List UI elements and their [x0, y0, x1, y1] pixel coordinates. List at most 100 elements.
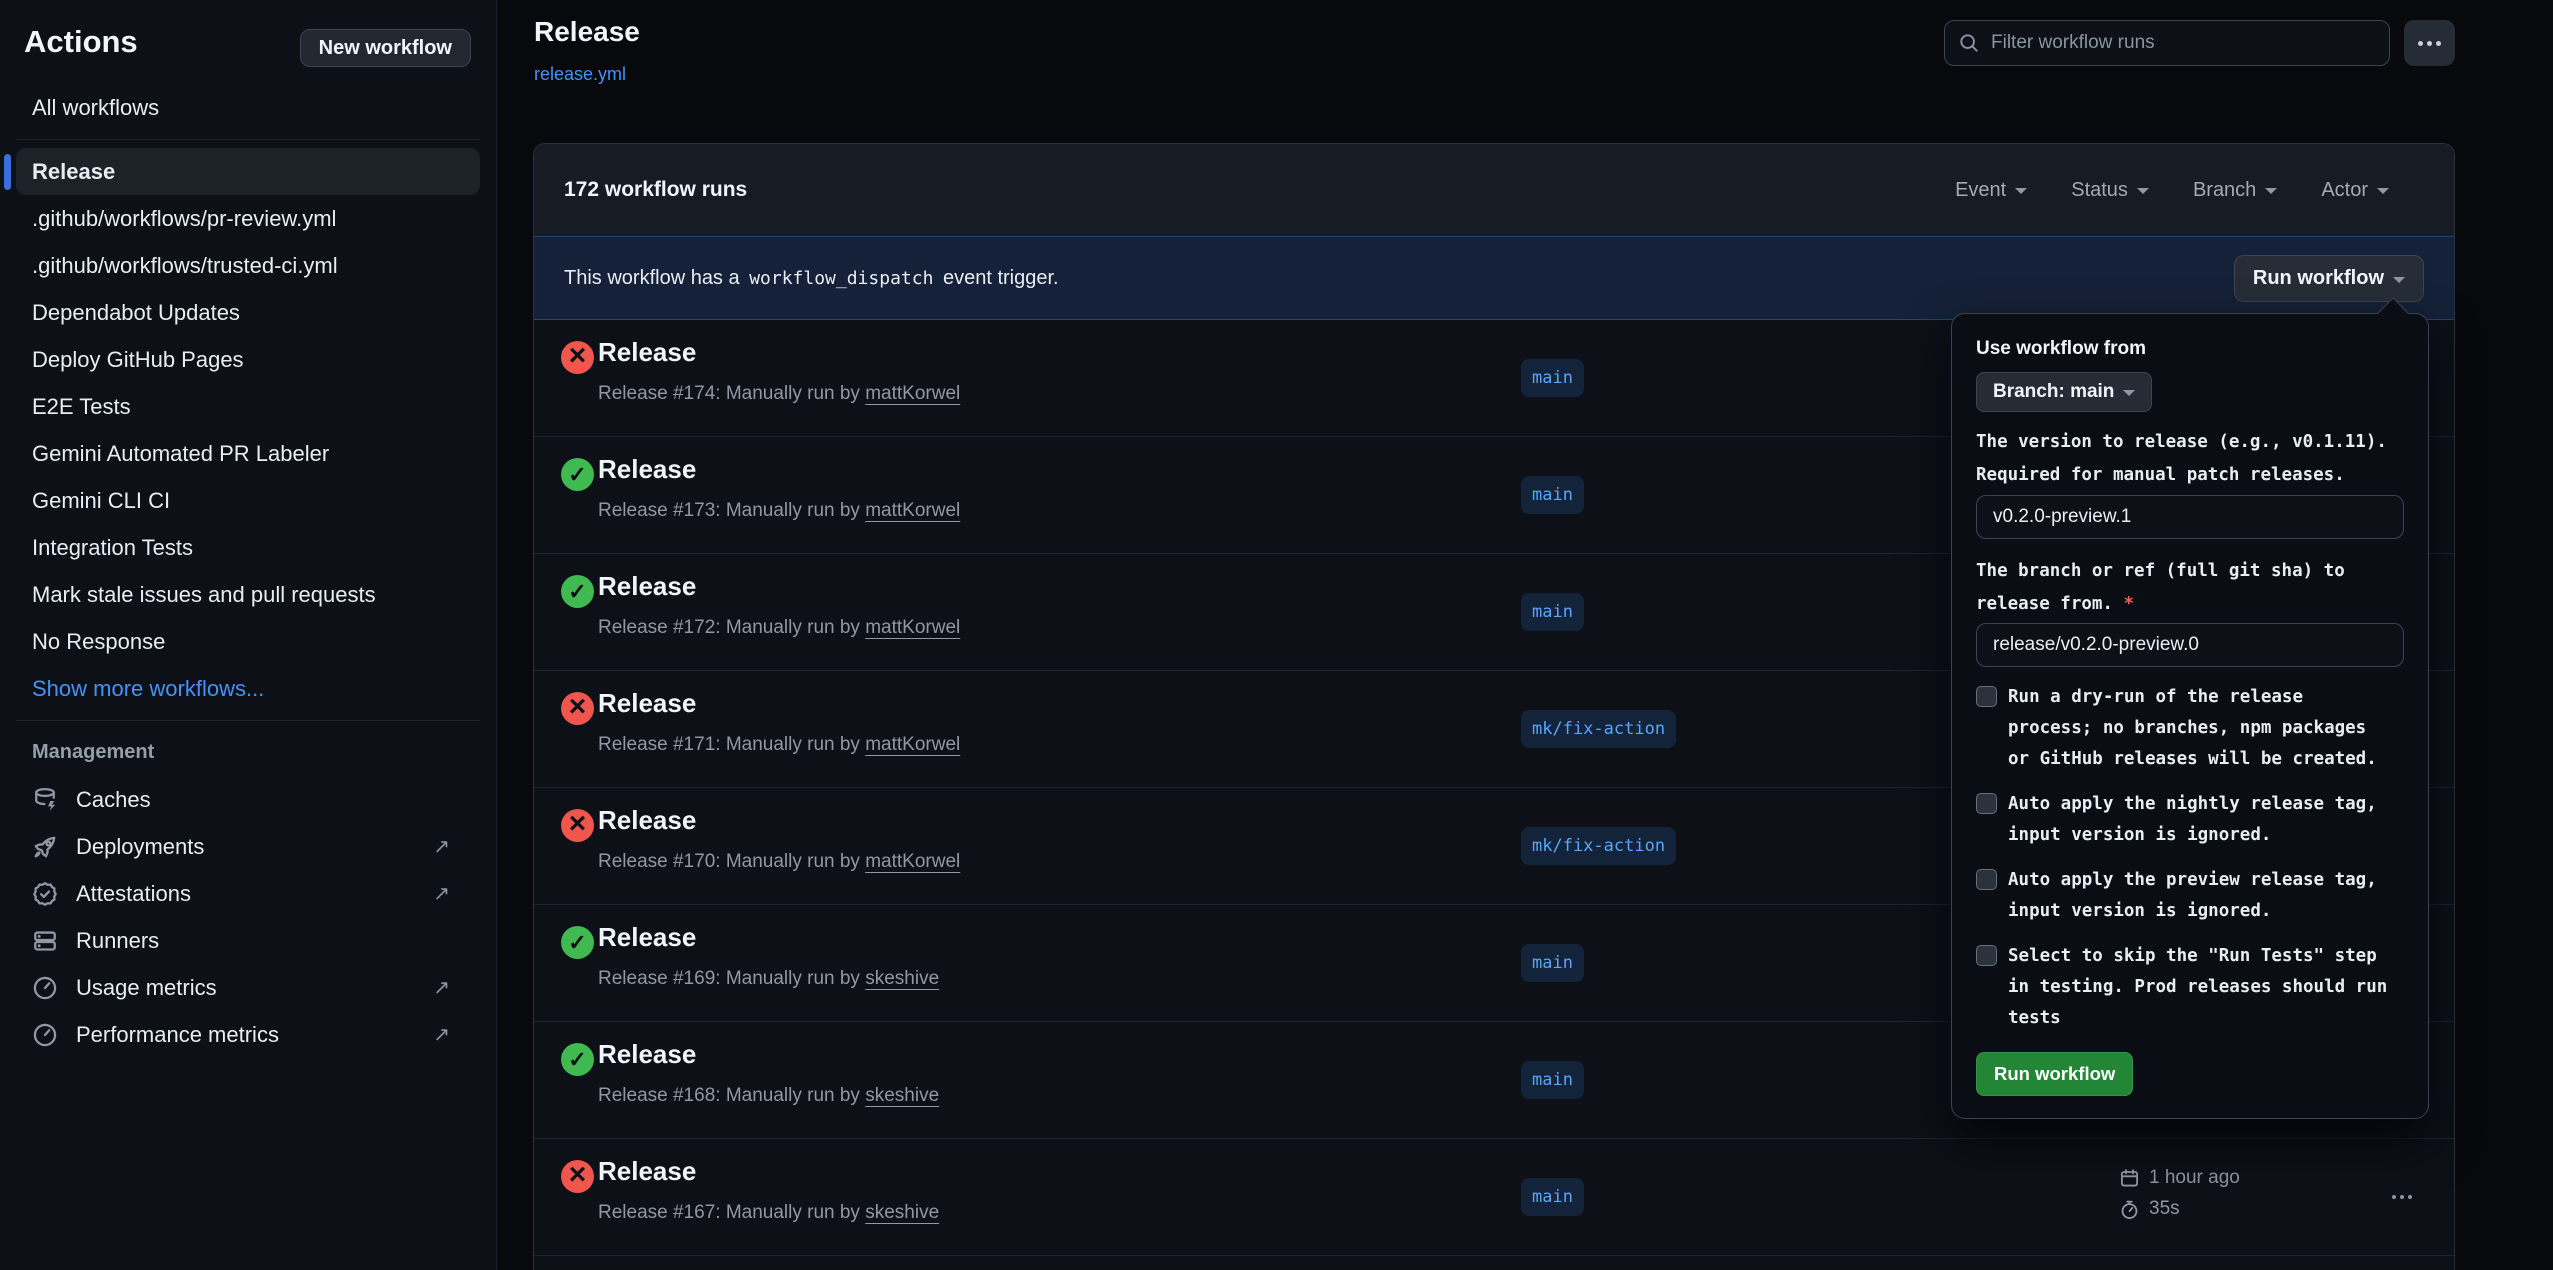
- runs-list-header: 172 workflow runs Event Status Branch Ac…: [534, 144, 2454, 236]
- branch-badge[interactable]: mk/fix-action: [1521, 827, 1676, 865]
- sidebar-item-workflow[interactable]: Release: [16, 148, 480, 195]
- filter-runs-input[interactable]: [1944, 20, 2390, 66]
- sidebar-item-performance-metrics[interactable]: Performance metrics ↗: [16, 1011, 480, 1058]
- filter-dropdown[interactable]: Actor: [2321, 179, 2389, 202]
- checkbox[interactable]: [1976, 869, 1997, 890]
- chevron-down-icon: [2015, 188, 2027, 200]
- workflow-dispatch-code: workflow_dispatch: [745, 268, 937, 289]
- status-icon: [561, 1160, 594, 1193]
- version-input[interactable]: [1976, 495, 2404, 539]
- sidebar-item-deployments[interactable]: Deployments ↗: [16, 823, 480, 870]
- run-description: Release #173: Manually run by mattKorwel: [598, 500, 960, 522]
- kebab-icon: [2427, 41, 2432, 46]
- status-icon: [561, 1043, 594, 1076]
- sidebar-item-workflow[interactable]: Gemini Automated PR Labeler: [16, 430, 480, 477]
- run-title-link[interactable]: Release: [598, 337, 696, 368]
- sidebar-item-workflow[interactable]: No Response: [16, 618, 480, 665]
- sidebar-item-caches[interactable]: Caches: [16, 776, 480, 823]
- run-title-link[interactable]: Release: [598, 688, 696, 719]
- actor-link[interactable]: skeshive: [865, 968, 939, 989]
- branch-badge[interactable]: main: [1521, 476, 1584, 514]
- ref-input[interactable]: [1976, 623, 2404, 667]
- branch-badge[interactable]: main: [1521, 593, 1584, 631]
- new-workflow-button[interactable]: New workflow: [300, 29, 471, 67]
- sidebar-item-workflow[interactable]: E2E Tests: [16, 383, 480, 430]
- divider: [16, 720, 480, 721]
- sidebar-item-workflow[interactable]: Gemini CLI CI: [16, 477, 480, 524]
- run-duration: 35s: [2119, 1198, 2240, 1220]
- filter-dropdown[interactable]: Status: [2071, 179, 2149, 202]
- actor-link[interactable]: mattKorwel: [865, 851, 960, 872]
- run-title-link[interactable]: Release: [598, 805, 696, 836]
- stopwatch-icon: [2119, 1199, 2140, 1220]
- workflow-options-button[interactable]: [2404, 20, 2455, 66]
- actor-link[interactable]: mattKorwel: [865, 383, 960, 404]
- branch-badge[interactable]: main: [1521, 1061, 1584, 1099]
- sidebar-item-attestations[interactable]: Attestations ↗: [16, 870, 480, 917]
- branch-badge[interactable]: mk/fix-action: [1521, 710, 1676, 748]
- actor-link[interactable]: skeshive: [865, 1202, 939, 1223]
- sidebar-item-usage-metrics[interactable]: Usage metrics ↗: [16, 964, 480, 1011]
- banner-text: This workflow has a workflow_dispatch ev…: [564, 267, 1059, 290]
- version-help-text: The version to release (e.g., v0.1.11). …: [1976, 426, 2408, 492]
- sidebar-item-all-workflows[interactable]: All workflows: [16, 84, 480, 131]
- status-icon: [561, 458, 594, 491]
- status-icon: [561, 575, 594, 608]
- actor-link[interactable]: mattKorwel: [865, 617, 960, 638]
- sidebar-item-workflow[interactable]: Mark stale issues and pull requests: [16, 571, 480, 618]
- branch-badge[interactable]: main: [1521, 944, 1584, 982]
- checkbox-option: Auto apply the preview release tag, inpu…: [1976, 865, 2406, 927]
- branch-select-button[interactable]: Branch: main: [1976, 372, 2152, 412]
- panel-checkboxes: Run a dry-run of the release process; no…: [1976, 682, 2406, 1034]
- run-title-link[interactable]: Release: [598, 571, 696, 602]
- run-workflow-dropdown-button[interactable]: Run workflow: [2234, 255, 2424, 302]
- status-icon: [561, 341, 594, 374]
- filter-dropdown[interactable]: Branch: [2193, 179, 2277, 202]
- management-heading: Management: [32, 741, 464, 764]
- actor-link[interactable]: mattKorwel: [865, 734, 960, 755]
- sidebar-item-workflow[interactable]: Show more workflows...: [16, 665, 480, 712]
- sidebar-item-runners[interactable]: Runners: [16, 917, 480, 964]
- checkbox[interactable]: [1976, 793, 1997, 814]
- sidebar-item-workflow[interactable]: .github/workflows/trusted-ci.yml: [16, 242, 480, 289]
- runs-filters: Event Status Branch Actor: [1955, 144, 2389, 236]
- run-description: Release #170: Manually run by mattKorwel: [598, 851, 960, 873]
- checkbox-option: Run a dry-run of the release process; no…: [1976, 682, 2406, 775]
- branch-badge[interactable]: main: [1521, 359, 1584, 397]
- filter-dropdown[interactable]: Event: [1955, 179, 2027, 202]
- run-description: Release #171: Manually run by mattKorwel: [598, 734, 960, 756]
- checkbox[interactable]: [1976, 686, 1997, 707]
- run-description: Release #169: Manually run by skeshive: [598, 968, 939, 990]
- run-title-link[interactable]: Release: [598, 454, 696, 485]
- run-description: Release #172: Manually run by mattKorwel: [598, 617, 960, 639]
- calendar-icon: [2119, 1168, 2140, 1189]
- workflow-file-link[interactable]: release.yml: [534, 64, 626, 85]
- run-title-link[interactable]: Release: [598, 1039, 696, 1070]
- workflow-dispatch-banner: This workflow has a workflow_dispatch ev…: [534, 236, 2454, 320]
- rocket-icon: [32, 834, 58, 860]
- divider: [16, 139, 480, 140]
- external-link-icon: ↗: [433, 975, 450, 1000]
- checkbox-option: Select to skip the "Run Tests" step in t…: [1976, 941, 2406, 1034]
- sidebar-item-workflow[interactable]: Deploy GitHub Pages: [16, 336, 480, 383]
- run-meta: 1 hour ago 35s: [2119, 1167, 2240, 1220]
- run-title-link[interactable]: Release: [598, 1156, 696, 1187]
- page-title: Release: [534, 16, 640, 48]
- run-workflow-submit-button[interactable]: Run workflow: [1976, 1052, 2133, 1096]
- sidebar-item-workflow[interactable]: Dependabot Updates: [16, 289, 480, 336]
- filter-runs-search: [1944, 20, 2390, 66]
- run-title-link[interactable]: Release: [598, 922, 696, 953]
- actions-sidebar: Actions New workflow All workflows Relea…: [0, 0, 497, 1270]
- sidebar-item-workflow[interactable]: .github/workflows/pr-review.yml: [16, 195, 480, 242]
- branch-badge[interactable]: main: [1521, 1178, 1584, 1216]
- checkbox[interactable]: [1976, 945, 1997, 966]
- sidebar-header: Actions New workflow: [0, 0, 496, 84]
- page-header: Release release.yml: [533, 0, 2553, 143]
- chevron-down-icon: [2137, 188, 2149, 200]
- partial-run-row: [534, 1256, 2454, 1270]
- chevron-down-icon: [2123, 390, 2135, 402]
- actor-link[interactable]: skeshive: [865, 1085, 939, 1106]
- actor-link[interactable]: mattKorwel: [865, 500, 960, 521]
- run-options-button[interactable]: [2380, 1177, 2424, 1217]
- sidebar-item-workflow[interactable]: Integration Tests: [16, 524, 480, 571]
